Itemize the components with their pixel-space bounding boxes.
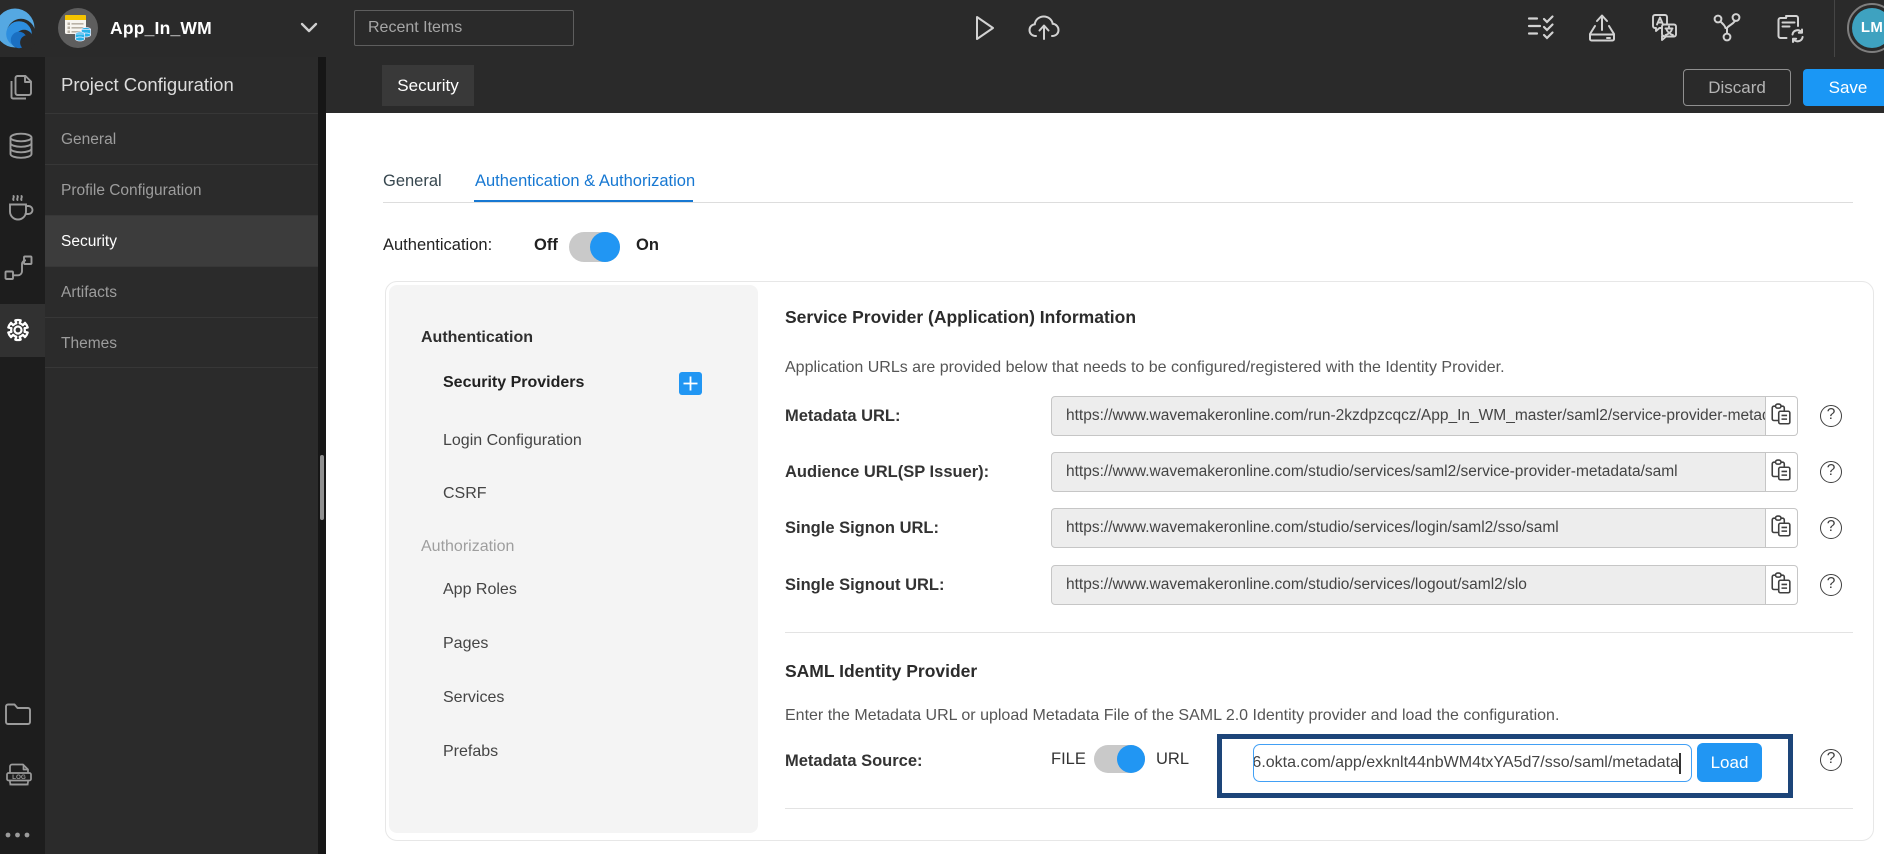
svg-text:LOG: LOG bbox=[12, 774, 26, 781]
